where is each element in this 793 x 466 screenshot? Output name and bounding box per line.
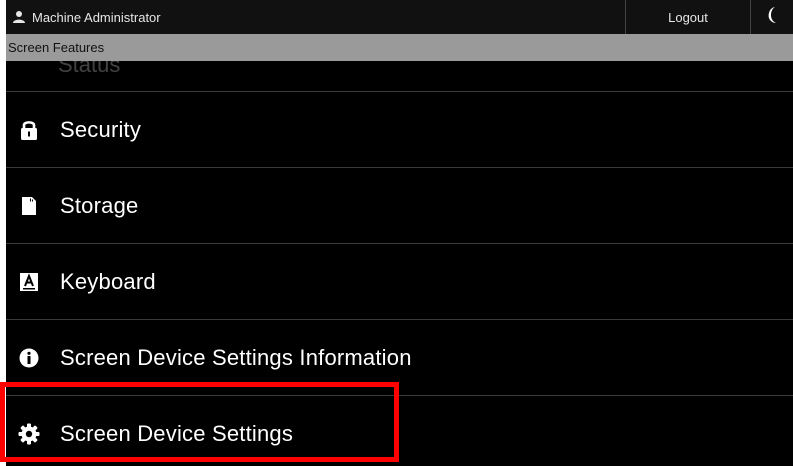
gear-icon bbox=[18, 423, 40, 445]
list-item-screen-device-settings-information[interactable]: Screen Device Settings Information bbox=[6, 320, 793, 396]
device-screen: Machine Administrator Logout Screen Feat… bbox=[6, 0, 793, 466]
page-title-bar: Screen Features bbox=[6, 34, 793, 61]
list-item-label: Storage bbox=[60, 192, 139, 218]
logout-button[interactable]: Logout bbox=[626, 0, 750, 34]
list-item-label: Status bbox=[58, 61, 121, 77]
lock-icon bbox=[18, 119, 40, 141]
settings-list: Status Security Storage Keyboard Screen … bbox=[6, 61, 793, 466]
list-item-label: Keyboard bbox=[60, 268, 156, 294]
keyboard-icon bbox=[18, 271, 40, 293]
list-item-security[interactable]: Security bbox=[6, 92, 793, 168]
list-item-label: Screen Device Settings bbox=[60, 420, 294, 446]
sd-card-icon bbox=[18, 195, 40, 217]
info-icon bbox=[18, 347, 40, 369]
list-item-label: Screen Device Settings Information bbox=[60, 344, 412, 370]
list-item-keyboard[interactable]: Keyboard bbox=[6, 244, 793, 320]
user-icon bbox=[12, 10, 26, 24]
theme-toggle-button[interactable] bbox=[751, 0, 793, 34]
list-item-screen-device-settings[interactable]: Screen Device Settings bbox=[6, 396, 793, 466]
list-item-storage[interactable]: Storage bbox=[6, 168, 793, 244]
moon-icon bbox=[765, 6, 779, 29]
list-item-label: Security bbox=[60, 116, 142, 142]
user-name: Machine Administrator bbox=[32, 9, 161, 25]
top-bar: Machine Administrator Logout bbox=[6, 0, 793, 35]
list-item-partial[interactable]: Status bbox=[6, 61, 793, 92]
page-title: Screen Features bbox=[8, 40, 105, 55]
user-indicator: Machine Administrator bbox=[6, 0, 625, 34]
